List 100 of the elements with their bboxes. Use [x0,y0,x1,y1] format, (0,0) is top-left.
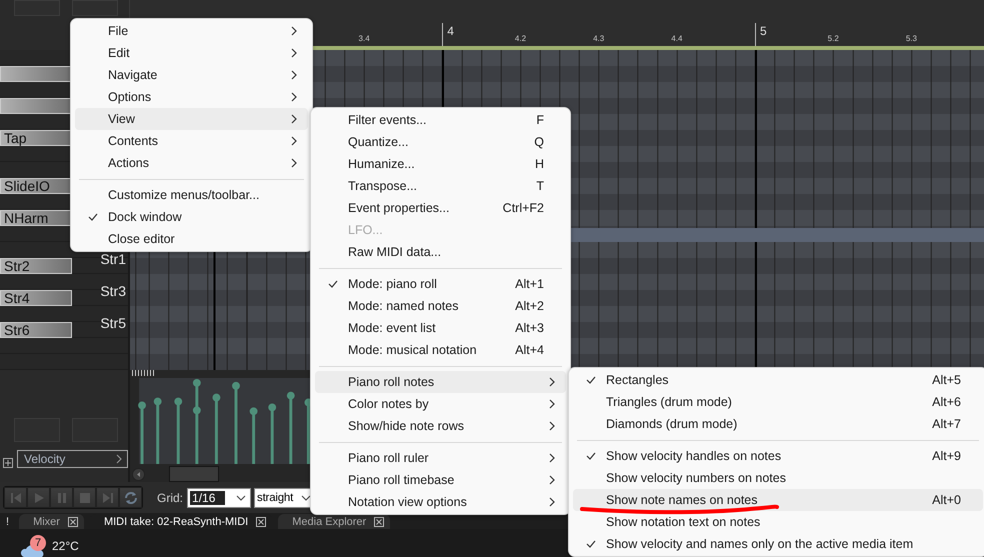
pause-icon [56,492,68,504]
chevron-icon [291,48,297,58]
menu-item[interactable]: Humanize... H [315,153,566,175]
menu-item[interactable]: Color notes by [315,393,566,415]
shortcut-text: Q [534,135,544,149]
menu-item[interactable]: Notation view options [315,491,566,513]
close-icon[interactable] [256,516,266,526]
note-row-button[interactable]: Str2 [0,258,72,274]
editor-tab[interactable]: Mixer [19,514,84,529]
menu-item[interactable]: Transpose... T [315,175,566,197]
chevron-icon [549,453,555,463]
note-row-button[interactable] [0,98,72,114]
notification-badge: 7 [30,535,46,551]
ruler-label: 5 [754,23,767,46]
shortcut-text: Alt+7 [932,417,961,431]
chevron-icon [291,26,297,36]
chevron-icon [291,70,297,80]
resize-grip[interactable] [132,370,156,376]
shortcut-text: Alt+4 [515,343,544,357]
menu-item[interactable]: Event properties... Ctrl+F2 [315,197,566,219]
menu-item[interactable]: Mode: musical notation Alt+4 [315,339,566,361]
menu-item[interactable]: Customize menus/toolbar... [75,184,308,206]
shortcut-text: Alt+2 [515,299,544,313]
menu-item[interactable]: Actions [75,152,308,174]
menu-item[interactable]: Show/hide note rows [315,415,566,437]
menu-item[interactable]: Piano roll notes [315,371,566,393]
menu-item[interactable]: Show notation text on notes [573,511,983,533]
stop-icon [78,492,90,504]
skip-back-icon [10,492,22,504]
ruler-label: 4.2 [514,34,526,45]
menu-item[interactable]: Show velocity numbers on notes [573,467,983,489]
chevron-icon [291,92,297,102]
menu-item[interactable]: Navigate [75,64,308,86]
temperature-text: 22°C [52,539,79,553]
chevron-icon [291,158,297,168]
menu-item[interactable]: Show velocity handles on notes Alt+9 [573,445,983,467]
shortcut-text: H [534,157,544,171]
shortcut-text: Alt+0 [932,493,961,507]
shortcut-text: Alt+9 [932,449,961,463]
menu-item[interactable]: Mode: event list Alt+3 [315,317,566,339]
chevron-icon [116,454,123,464]
ruler-label: 4.4 [671,34,682,45]
add-lane-icon[interactable] [3,458,13,468]
menu-item[interactable]: Contents [75,130,308,152]
menu-item[interactable]: Diamonds (drum mode) Alt+7 [573,413,983,435]
menu-item[interactable]: Mode: piano roll Alt+1 [315,273,566,295]
shortcut-text: F [536,113,544,127]
shortcut-text: Alt+6 [932,395,961,409]
ruler-label: 5.3 [906,34,917,45]
editor-tab[interactable]: ! [2,514,14,529]
note-row-button[interactable]: SlideIO [0,178,72,194]
menu-item[interactable]: Show velocity and names only on the active media item [573,533,983,555]
shortcut-text: Ctrl+F2 [502,201,544,215]
chevron-icon [549,421,555,431]
shortcut-text: Alt+5 [932,373,961,387]
note-row-button[interactable]: Str6 [0,322,72,338]
close-icon[interactable] [374,516,384,526]
note-row-button[interactable]: Tap [0,130,72,146]
scrollbar-thumb[interactable] [169,466,219,482]
menu-item[interactable]: View [75,108,308,130]
note-row-button[interactable]: NHarm [0,210,72,226]
note-name: Str5 [100,316,127,330]
chevron-icon [549,399,555,409]
chevron-icon [291,136,297,146]
menu-item[interactable]: Piano roll ruler [315,447,566,469]
menu-item[interactable]: Dock window [75,206,308,228]
menu-item[interactable]: Piano roll timebase [315,469,566,491]
chevron-icon [549,475,555,485]
loop-button[interactable] [119,487,142,508]
caret-icon [301,494,312,500]
ruler-label: 4.3 [593,34,604,45]
note-row-button[interactable] [0,66,72,82]
ruler-label: 3.4 [358,34,370,45]
skip-forward-icon [102,492,114,504]
chevron-icon [291,114,297,124]
shortcut-text: T [536,179,544,193]
menu-item[interactable]: Rectangles Alt+5 [573,369,983,391]
menu-item[interactable]: Filter events... F [315,109,566,131]
velocity-dropdown[interactable]: Velocity [17,450,128,468]
chevron-icon [549,377,555,387]
close-icon[interactable] [68,516,78,526]
chevron-icon [549,497,555,507]
note-name: Str3 [100,284,127,298]
play-icon [32,492,44,504]
ruler-label: 5.2 [828,34,839,45]
note-name: Str1 [100,252,127,266]
menu-item[interactable]: Mode: named notes Alt+2 [315,295,566,317]
editor-tab[interactable]: Media Explorer [278,514,390,529]
menu-item[interactable]: Raw MIDI data... [315,241,566,263]
menu-item[interactable]: Triangles (drum mode) Alt+6 [573,391,983,413]
grid-label: Grid: [157,490,184,504]
menu-item[interactable]: Quantize... Q [315,131,566,153]
menu-item[interactable]: Show note names on notes Alt+0 [573,489,983,511]
menu-item[interactable]: Close editor [75,228,308,250]
menu-item[interactable]: Options [75,86,308,108]
grid-select[interactable]: 1/16 [187,488,252,508]
shortcut-text: Alt+1 [515,277,544,291]
shortcut-text: Alt+3 [515,321,544,335]
scroll-left-icon[interactable] [132,468,145,480]
note-row-button[interactable]: Str4 [0,290,72,306]
